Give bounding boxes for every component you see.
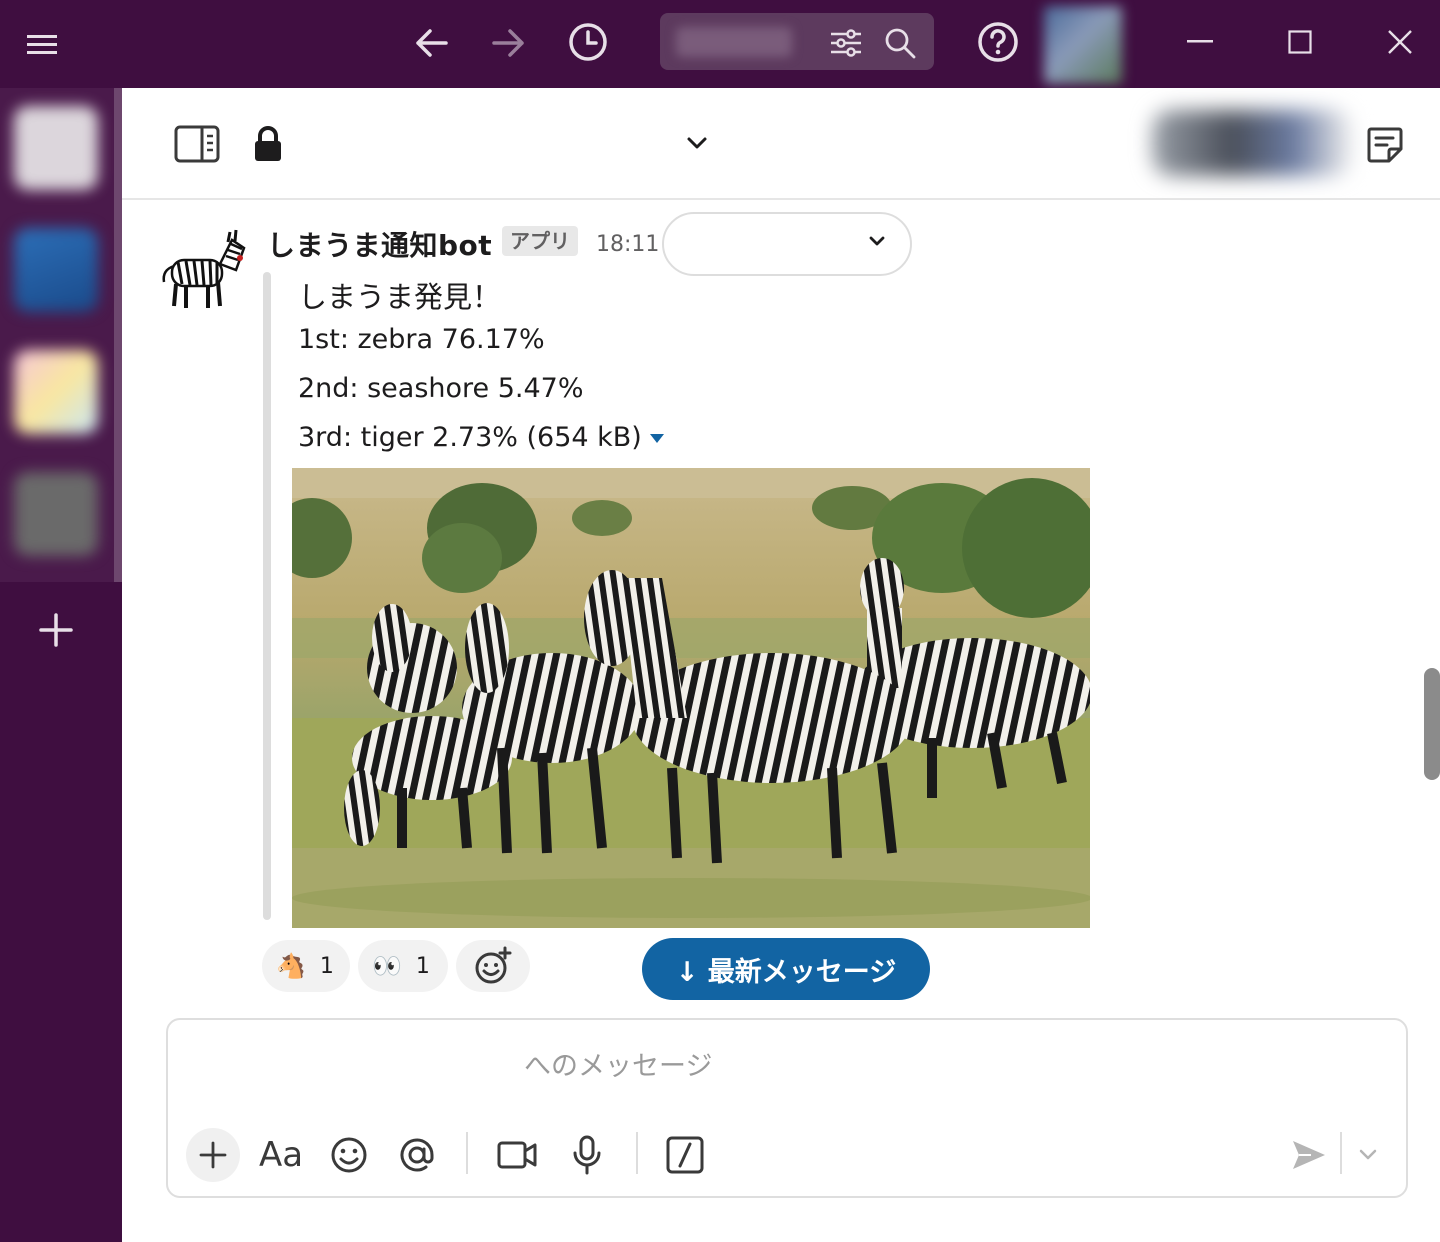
message-timestamp[interactable]: 18:11 <box>596 232 659 257</box>
message-line-4: 3rd: tiger 2.73% (654 kB) <box>298 422 664 453</box>
filter-sliders-icon[interactable] <box>826 23 866 63</box>
blurred-search-text <box>676 27 792 57</box>
workspace-icon-1[interactable] <box>14 106 98 190</box>
add-reaction-icon <box>475 946 512 984</box>
chevron-down-icon[interactable] <box>866 230 888 256</box>
lock-icon <box>248 122 288 166</box>
channel-name-chevron-down-icon[interactable] <box>682 128 712 158</box>
attachment-bar <box>263 272 271 920</box>
message-composer[interactable]: へのメッセージ Aa <box>166 1018 1408 1198</box>
toolbar-separator <box>466 1132 468 1174</box>
message-list: しまうま通知bot アプリ 18:11 しまうま発見！ 1st: zebra 7… <box>122 202 1440 1018</box>
add-reaction-button[interactable] <box>456 940 530 992</box>
collapse-caret-icon[interactable] <box>649 434 664 443</box>
microphone-icon[interactable] <box>560 1128 614 1182</box>
mention-icon[interactable] <box>390 1128 444 1182</box>
message-actions-menu[interactable] <box>662 212 912 276</box>
send-options-chevron-icon[interactable] <box>1348 1128 1388 1182</box>
reaction-count: 1 <box>415 953 430 979</box>
channel-header <box>122 88 1440 200</box>
add-workspace-icon[interactable] <box>36 610 76 650</box>
emoji-icon[interactable] <box>322 1128 376 1182</box>
send-separator <box>1340 1132 1342 1174</box>
zebra-photo[interactable] <box>292 468 1090 928</box>
reaction-count: 1 <box>319 953 334 979</box>
minimize-icon[interactable] <box>1180 22 1220 62</box>
reaction-eyes[interactable]: 👀 1 <box>358 940 448 992</box>
workspace-icon-4[interactable] <box>14 472 98 556</box>
format-label: Aa <box>258 1135 304 1175</box>
jump-to-latest-button[interactable]: ↓ 最新メッセージ <box>642 938 930 1000</box>
plus-icon[interactable] <box>186 1128 240 1182</box>
slash-command-icon[interactable] <box>658 1128 712 1182</box>
forward-arrow-icon[interactable] <box>486 20 532 66</box>
help-icon[interactable] <box>974 18 1022 66</box>
menu-icon[interactable] <box>22 24 62 64</box>
send-icon[interactable] <box>1282 1128 1336 1182</box>
video-icon[interactable] <box>490 1128 544 1182</box>
composer-placeholder: へのメッセージ <box>524 1051 713 1082</box>
canvas-note-icon[interactable] <box>1362 122 1408 168</box>
workspace-sidebar <box>0 88 122 1242</box>
sidebar-scrollbar[interactable] <box>114 88 122 582</box>
eyes-emoji-icon: 👀 <box>372 952 402 980</box>
toolbar-separator <box>636 1132 638 1174</box>
profile-avatar[interactable] <box>1044 6 1122 84</box>
message-scrollbar[interactable] <box>1424 668 1440 780</box>
close-icon[interactable] <box>1380 22 1420 62</box>
zebra-avatar[interactable] <box>160 222 250 312</box>
message-line-2: 1st: zebra 76.17% <box>298 324 545 355</box>
workspace-icon-2[interactable] <box>14 228 98 312</box>
reaction-horse[interactable]: 🐴 1 <box>262 940 350 992</box>
workspace-icon-3[interactable] <box>14 350 98 434</box>
message-line-1: しまうま発見！ <box>298 280 502 314</box>
search-icon[interactable] <box>880 23 920 63</box>
channel-members-avatars[interactable] <box>1152 110 1352 176</box>
maximize-icon[interactable] <box>1280 22 1320 62</box>
horse-emoji-icon: 🐴 <box>276 952 306 980</box>
message-author[interactable]: しまうま通知bot <box>267 224 492 264</box>
message-line-3: 2nd: seashore 5.47% <box>298 373 584 404</box>
sidebar-toggle-icon[interactable] <box>172 122 222 166</box>
app-badge: アプリ <box>502 226 578 256</box>
search-box[interactable] <box>660 13 934 70</box>
format-text-icon[interactable]: Aa <box>254 1128 308 1182</box>
history-clock-icon[interactable] <box>564 18 612 66</box>
file-line-text: 3rd: tiger 2.73% (654 kB) <box>298 422 642 453</box>
back-arrow-icon[interactable] <box>408 20 454 66</box>
title-bar <box>0 0 1440 88</box>
